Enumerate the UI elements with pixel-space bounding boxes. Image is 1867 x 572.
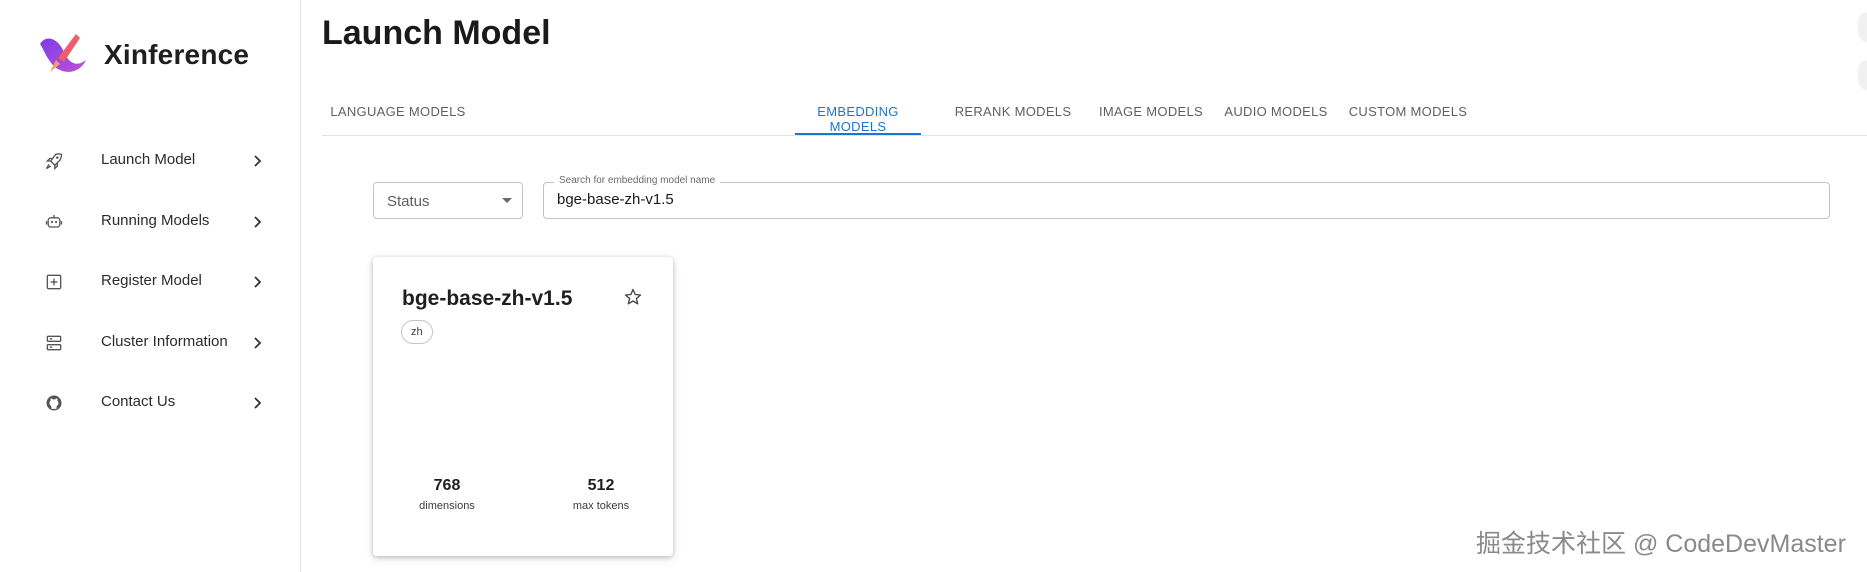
- tab-embedding-models[interactable]: EMBEDDING MODELS: [795, 92, 921, 135]
- dimensions-stat: 768 dimensions: [387, 477, 507, 512]
- floating-edge-button[interactable]: [1858, 12, 1867, 42]
- tab-image-models[interactable]: IMAGE MODELS: [1095, 92, 1207, 135]
- sidebar-item-label: Contact Us: [101, 393, 176, 410]
- search-field-label: Search for embedding model name: [554, 175, 721, 186]
- chevron-right-icon: [254, 216, 262, 228]
- active-tab-indicator: [795, 133, 921, 135]
- language-tag-chip: zh: [401, 320, 433, 344]
- search-field[interactable]: Search for embedding model name: [543, 175, 1830, 219]
- model-card-title: bge-base-zh-v1.5: [402, 287, 573, 310]
- sidebar-item-label: Cluster Information: [101, 333, 228, 350]
- sidebar-item-running-models[interactable]: Running Models: [0, 197, 300, 247]
- sidebar-item-cluster-information[interactable]: Cluster Information: [0, 318, 300, 368]
- chevron-right-icon: [254, 397, 262, 409]
- sidebar-item-label: Running Models: [101, 212, 210, 229]
- github-icon: [46, 395, 62, 411]
- status-select[interactable]: Status: [373, 182, 523, 219]
- sidebar: Xinference Launch Model Running Models R…: [0, 0, 301, 572]
- chevron-right-icon: [254, 337, 262, 349]
- sidebar-item-register-model[interactable]: Register Model: [0, 257, 300, 307]
- sidebar-item-launch-model[interactable]: Launch Model: [0, 136, 300, 186]
- model-type-tabs: LANGUAGE MODELS EMBEDDING MODELS RERANK …: [322, 92, 1867, 136]
- chevron-right-icon: [254, 276, 262, 288]
- dropdown-caret-icon: [502, 198, 512, 203]
- xinference-logo-icon: [40, 34, 86, 72]
- sidebar-item-contact-us[interactable]: Contact Us: [0, 378, 300, 428]
- max-tokens-label: max tokens: [572, 500, 630, 512]
- add-box-icon: [46, 274, 62, 290]
- sidebar-item-label: Launch Model: [101, 151, 196, 168]
- max-tokens-stat: 512 max tokens: [541, 477, 661, 512]
- tab-audio-models[interactable]: AUDIO MODELS: [1220, 92, 1332, 135]
- tab-custom-models[interactable]: CUSTOM MODELS: [1344, 92, 1472, 135]
- max-tokens-value: 512: [587, 477, 615, 494]
- tab-language-models[interactable]: LANGUAGE MODELS: [322, 92, 474, 135]
- dimensions-value: 768: [433, 477, 461, 494]
- page-title: Launch Model: [322, 14, 551, 52]
- model-card[interactable]: bge-base-zh-v1.5 zh 768 dimensions 512 m…: [373, 257, 673, 556]
- tab-rerank-models[interactable]: RERANK MODELS: [953, 92, 1073, 135]
- dimensions-label: dimensions: [419, 500, 475, 512]
- server-icon: [46, 335, 62, 351]
- chevron-right-icon: [254, 155, 262, 167]
- star-outline-icon[interactable]: [623, 287, 643, 307]
- sidebar-item-label: Register Model: [101, 272, 202, 289]
- status-select-value: Status: [387, 193, 430, 210]
- brand-name: Xinference: [104, 39, 250, 70]
- watermark: 掘金技术社区 @ CodeDevMaster: [1476, 530, 1846, 558]
- robot-icon: [45, 214, 63, 228]
- floating-edge-button[interactable]: [1858, 60, 1867, 90]
- search-input[interactable]: [557, 191, 1817, 208]
- rocket-icon: [45, 153, 63, 171]
